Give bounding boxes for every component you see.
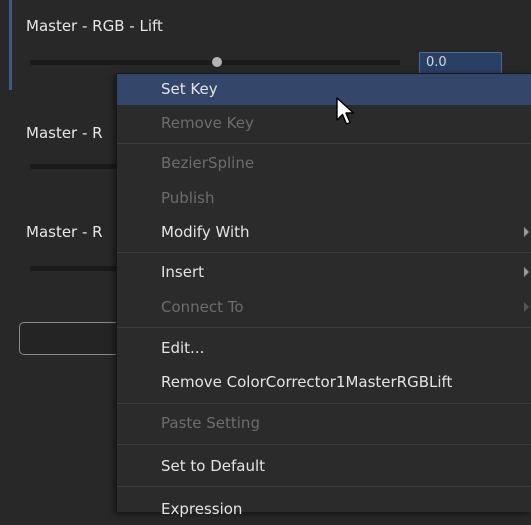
menu-item-insert[interactable]: Insert	[117, 257, 531, 288]
menu-item-publish: Publish	[161, 189, 215, 207]
menu-item-remove-modifier[interactable]: Remove ColorCorrector1MasterRGBLift	[117, 367, 531, 398]
control-title-2: Master - R	[26, 124, 103, 142]
chevron-right-icon	[524, 227, 529, 237]
menu-separator	[117, 143, 531, 144]
lift-value-input[interactable]: 0.0	[419, 52, 502, 74]
control-title-3: Master - R	[26, 223, 103, 241]
context-menu: Set Key Remove Key BezierSpline Publish …	[116, 73, 531, 518]
slider-track-2[interactable]	[30, 164, 116, 169]
menu-separator	[117, 327, 531, 328]
control-title-lift: Master - RGB - Lift	[26, 17, 163, 35]
menu-item-modify-with[interactable]: Modify With	[117, 217, 531, 248]
menu-item-set-to-default[interactable]: Set to Default	[117, 451, 531, 482]
chevron-right-icon	[524, 302, 529, 312]
menu-item-bezierspline: BezierSpline	[161, 154, 255, 172]
menu-item-remove-key: Remove Key	[161, 114, 254, 132]
active-control-indicator	[9, 0, 12, 90]
slider-track-3[interactable]	[30, 266, 116, 271]
menu-separator	[117, 444, 531, 445]
menu-item-edit[interactable]: Edit...	[117, 333, 531, 364]
menu-item-insert-label: Insert	[161, 263, 205, 281]
menu-separator	[117, 252, 531, 253]
menu-item-connect-to: Connect To	[117, 292, 531, 323]
lift-slider-handle[interactable]	[212, 57, 222, 67]
menu-item-modify-with-label: Modify With	[161, 223, 250, 241]
menu-item-paste-setting: Paste Setting	[161, 414, 260, 432]
mouse-pointer-icon	[336, 97, 355, 125]
menu-separator	[117, 486, 531, 487]
menu-item-connect-to-label: Connect To	[161, 298, 244, 316]
menu-item-set-key[interactable]: Set Key	[117, 74, 531, 105]
menu-separator	[117, 403, 531, 404]
chevron-right-icon	[524, 267, 529, 277]
menu-item-expression[interactable]: Expression	[117, 494, 531, 525]
